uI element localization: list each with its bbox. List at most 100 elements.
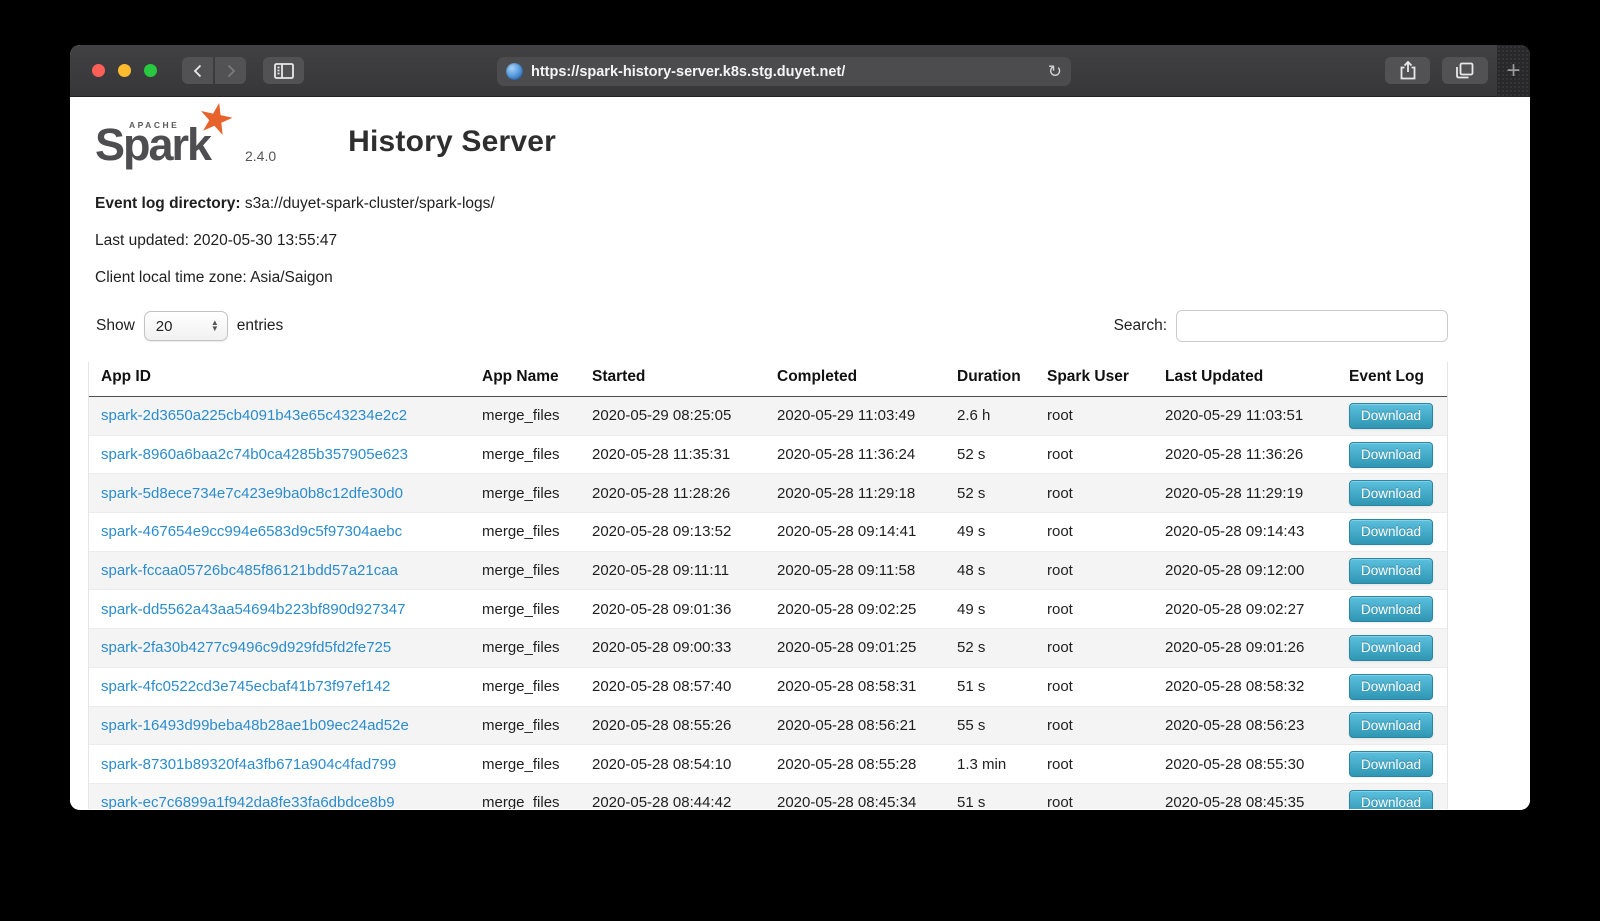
completed-cell: 2020-05-28 08:45:34 [765, 783, 945, 809]
completed-cell: 2020-05-28 08:55:28 [765, 745, 945, 784]
table-controls: Show 20 ▲▼ entries Search: [96, 310, 1530, 342]
browser-window: https://spark-history-server.k8s.stg.duy… [70, 45, 1530, 810]
header-event-log[interactable]: Event Log [1337, 362, 1447, 397]
app-id-link[interactable]: spark-16493d99beba48b28ae1b09ec24ad52e [101, 717, 409, 734]
page-content: APACHE Spark ★ 2.4.0 History Server Even… [70, 97, 1530, 809]
spark-user-cell: root [1035, 706, 1153, 745]
completed-cell: 2020-05-28 08:58:31 [765, 667, 945, 706]
last-updated-cell: 2020-05-28 09:01:26 [1153, 629, 1337, 668]
tabs-overview-button[interactable] [1442, 57, 1488, 84]
search-input[interactable] [1176, 310, 1448, 342]
started-cell: 2020-05-28 09:11:11 [580, 551, 765, 590]
table-row: spark-16493d99beba48b28ae1b09ec24ad52e m… [89, 706, 1447, 745]
duration-cell: 52 s [945, 629, 1035, 668]
header-completed[interactable]: Completed [765, 362, 945, 397]
app-id-link[interactable]: spark-dd5562a43aa54694b223bf890d927347 [101, 601, 405, 618]
table-row: spark-467654e9cc994e6583d9c5f97304aebc m… [89, 513, 1447, 552]
app-id-link[interactable]: spark-87301b89320f4a3fb671a904c4fad799 [101, 756, 396, 773]
duration-cell: 49 s [945, 513, 1035, 552]
spark-user-cell: root [1035, 474, 1153, 513]
entries-select[interactable]: 20 ▲▼ [144, 311, 228, 341]
started-cell: 2020-05-28 11:28:26 [580, 474, 765, 513]
completed-cell: 2020-05-28 11:36:24 [765, 435, 945, 474]
table-row: spark-ec7c6899a1f942da8fe33fa6dbdce8b9 m… [89, 783, 1447, 809]
app-name-cell: merge_files [470, 667, 580, 706]
header-started[interactable]: Started [580, 362, 765, 397]
page-title: History Server [348, 125, 556, 159]
entries-label: entries [237, 317, 284, 335]
event-log-directory-value: s3a://duyet-spark-cluster/spark-logs/ [241, 195, 495, 212]
download-button[interactable]: Download [1349, 712, 1433, 738]
sidebar-toggle-button[interactable] [263, 57, 304, 84]
header-app-id[interactable]: App ID [89, 362, 470, 397]
window-minimize-button[interactable] [118, 64, 131, 77]
share-button[interactable] [1385, 57, 1430, 84]
completed-cell: 2020-05-28 09:02:25 [765, 590, 945, 629]
show-entries-control: Show 20 ▲▼ entries [96, 311, 283, 341]
table-body: spark-2d3650a225cb4091b43e65c43234e2c2 m… [89, 397, 1447, 810]
back-button[interactable] [182, 57, 213, 84]
download-button[interactable]: Download [1349, 790, 1433, 809]
reload-icon[interactable]: ↻ [1048, 63, 1062, 80]
table-row: spark-2fa30b4277c9496c9d929fd5fd2fe725 m… [89, 629, 1447, 668]
download-button[interactable]: Download [1349, 442, 1433, 468]
app-id-link[interactable]: spark-ec7c6899a1f942da8fe33fa6dbdce8b9 [101, 794, 395, 809]
app-name-cell: merge_files [470, 435, 580, 474]
download-button[interactable]: Download [1349, 674, 1433, 700]
download-button[interactable]: Download [1349, 596, 1433, 622]
spark-user-cell: root [1035, 590, 1153, 629]
window-zoom-button[interactable] [144, 64, 157, 77]
header-last-updated[interactable]: Last Updated [1153, 362, 1337, 397]
duration-cell: 52 s [945, 474, 1035, 513]
app-name-cell: merge_files [470, 397, 580, 436]
app-id-link[interactable]: spark-4fc0522cd3e745ecbaf41b73f97ef142 [101, 678, 390, 695]
app-name-cell: merge_files [470, 513, 580, 552]
header-duration[interactable]: Duration [945, 362, 1035, 397]
table-row: spark-5d8ece734e7c423e9ba0b8c12dfe30d0 m… [89, 474, 1447, 513]
app-id-link[interactable]: spark-2fa30b4277c9496c9d929fd5fd2fe725 [101, 639, 391, 656]
started-cell: 2020-05-28 09:01:36 [580, 590, 765, 629]
app-name-cell: merge_files [470, 474, 580, 513]
header-app-name[interactable]: App Name [470, 362, 580, 397]
started-cell: 2020-05-28 09:13:52 [580, 513, 765, 552]
started-cell: 2020-05-28 08:54:10 [580, 745, 765, 784]
header-spark-user[interactable]: Spark User [1035, 362, 1153, 397]
spark-version: 2.4.0 [245, 148, 276, 164]
download-button[interactable]: Download [1349, 519, 1433, 545]
last-updated-cell: 2020-05-28 09:12:00 [1153, 551, 1337, 590]
app-id-link[interactable]: spark-5d8ece734e7c423e9ba0b8c12dfe30d0 [101, 485, 403, 502]
last-updated-line: Last updated: 2020-05-30 13:55:47 [95, 230, 1530, 251]
app-name-cell: merge_files [470, 706, 580, 745]
search-label: Search: [1114, 317, 1167, 335]
duration-cell: 49 s [945, 590, 1035, 629]
app-id-link[interactable]: spark-2d3650a225cb4091b43e65c43234e2c2 [101, 407, 407, 424]
duration-cell: 48 s [945, 551, 1035, 590]
page-header: APACHE Spark ★ 2.4.0 History Server [95, 109, 1530, 167]
app-id-link[interactable]: spark-467654e9cc994e6583d9c5f97304aebc [101, 523, 402, 540]
download-button[interactable]: Download [1349, 751, 1433, 777]
applications-table-wrap: App ID App Name Started Completed Durati… [88, 362, 1448, 809]
duration-cell: 51 s [945, 667, 1035, 706]
spark-user-cell: root [1035, 551, 1153, 590]
window-close-button[interactable] [92, 64, 105, 77]
last-updated-cell: 2020-05-28 11:36:26 [1153, 435, 1337, 474]
completed-cell: 2020-05-29 11:03:49 [765, 397, 945, 436]
download-button[interactable]: Download [1349, 403, 1433, 429]
spark-user-cell: root [1035, 435, 1153, 474]
new-tab-button[interactable]: + [1497, 45, 1530, 97]
address-url: https://spark-history-server.k8s.stg.duy… [531, 64, 845, 80]
forward-button[interactable] [215, 57, 246, 84]
last-updated-cell: 2020-05-28 09:02:27 [1153, 590, 1337, 629]
spark-logo-wordmark: Spark [95, 119, 210, 171]
address-bar[interactable]: https://spark-history-server.k8s.stg.duy… [497, 57, 1071, 86]
app-name-cell: merge_files [470, 783, 580, 809]
app-id-link[interactable]: spark-fccaa05726bc485f86121bdd57a21caa [101, 562, 398, 579]
download-button[interactable]: Download [1349, 480, 1433, 506]
chevron-left-icon [192, 64, 204, 78]
search-control: Search: [1114, 310, 1448, 342]
download-button[interactable]: Download [1349, 635, 1433, 661]
download-button[interactable]: Download [1349, 558, 1433, 584]
last-updated-cell: 2020-05-28 08:56:23 [1153, 706, 1337, 745]
duration-cell: 2.6 h [945, 397, 1035, 436]
app-id-link[interactable]: spark-8960a6baa2c74b0ca4285b357905e623 [101, 446, 408, 463]
